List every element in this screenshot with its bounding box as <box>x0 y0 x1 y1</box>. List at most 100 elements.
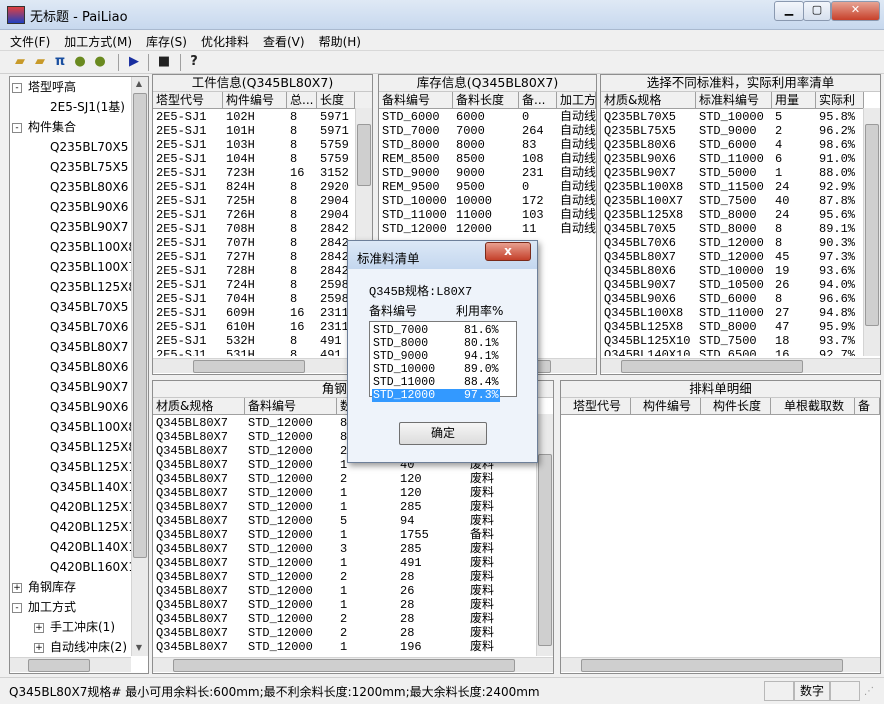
dialog-list-item[interactable]: STD_8000 80.1% <box>372 337 500 350</box>
new-folder-icon[interactable]: ▰ <box>12 54 28 70</box>
table-row[interactable]: 2E5-SJ1 824H 8 2920 <box>153 180 355 194</box>
tree-node-spec[interactable]: Q235BL90X7 <box>50 219 128 235</box>
tree-node-spec[interactable]: Q345BL80X7 <box>50 339 128 355</box>
scroll-down-icon[interactable]: ▼ <box>132 643 146 652</box>
ok-button[interactable]: 确定 <box>399 422 487 445</box>
table-row[interactable]: Q345BL80X7 STD_12000 1 196 废料 <box>153 640 537 654</box>
col-detail-cut-count[interactable]: 单根截取数 <box>771 398 855 414</box>
menu-stock[interactable]: 库存(S) <box>139 30 194 53</box>
scroll-thumb[interactable] <box>621 360 803 373</box>
table-row[interactable]: Q345BL80X7 STD_12000 2 28 废料 <box>153 612 537 626</box>
col-detail-tower[interactable]: 塔型代号 <box>561 398 631 414</box>
dialog-list-item[interactable]: STD_12000 97.3% <box>372 389 500 402</box>
tree-node-angle-stock[interactable]: + 角钢库存 <box>12 579 76 595</box>
scroll-thumb[interactable] <box>581 659 843 672</box>
tree-node-spec[interactable]: Q235BL90X6 <box>50 199 128 215</box>
dialog-list-item[interactable]: STD_9000 94.1% <box>372 350 500 363</box>
tree-node-manual-punch[interactable]: + 手工冲床(1) <box>34 619 115 635</box>
tree-node-tower-item[interactable]: 2E5-SJ1(1基) <box>50 99 125 115</box>
col-stock-qty[interactable]: 备... <box>519 92 557 108</box>
scroll-thumb[interactable] <box>193 360 305 373</box>
col-nest-material[interactable]: 材质&规格 <box>153 398 245 414</box>
collapse-icon[interactable]: - <box>12 83 22 93</box>
tree-node-spec[interactable]: Q345BL90X7 <box>50 379 128 395</box>
table-row[interactable]: Q345BL70X5 STD_8000 8 89.1% <box>601 222 863 236</box>
col-actual-rate[interactable]: 实际利 <box>816 92 864 108</box>
table-row[interactable]: REM_8500 8500 108 自动线 <box>379 152 596 166</box>
menu-help[interactable]: 帮助(H) <box>312 30 368 53</box>
table-row[interactable]: 2E5-SJ1 708H 8 2842 <box>153 222 355 236</box>
close-button[interactable]: ✕ <box>831 1 880 21</box>
table-row[interactable]: Q345BL140X10 STD_6500 16 92.7% <box>601 348 863 356</box>
col-total[interactable]: 总... <box>287 92 317 108</box>
menu-view[interactable]: 查看(V) <box>256 30 312 53</box>
table-row[interactable]: 2E5-SJ1 724H 8 2598 <box>153 278 355 292</box>
table-row[interactable]: Q345BL80X7 STD_12000 2 120 废料 <box>153 472 537 486</box>
tree-node-spec[interactable]: Q345BL100X8 <box>50 419 136 435</box>
table-row[interactable]: 2E5-SJ1 531H 8 491 <box>153 348 355 356</box>
minimize-button[interactable]: ▁ <box>774 1 804 21</box>
utilization-vscroll[interactable] <box>863 108 880 356</box>
col-usage[interactable]: 用量 <box>772 92 816 108</box>
workpiece-hscroll[interactable] <box>153 358 372 373</box>
scroll-thumb[interactable] <box>538 454 552 646</box>
table-row[interactable]: Q345BL80X7 STD_12000 1 26 废料 <box>153 584 537 598</box>
table-row[interactable]: Q235BL90X7 STD_5000 1 88.0% <box>601 166 863 180</box>
col-tower-code[interactable]: 塔型代号 <box>153 92 223 108</box>
table-row[interactable]: Q345BL125X8 STD_8000 47 95.9% <box>601 320 863 334</box>
dialog-close-button[interactable]: x <box>485 242 531 261</box>
table-row[interactable]: Q345BL80X7 STD_12000 45 97.3% <box>601 250 863 264</box>
tree-node-auto-punch[interactable]: + 自动线冲床(2) <box>34 639 127 655</box>
maximize-button[interactable]: ▢ <box>803 1 831 21</box>
table-row[interactable]: STD_11000 11000 103 自动线 <box>379 208 596 222</box>
table-row[interactable]: Q345BL90X6 STD_6000 8 96.6% <box>601 292 863 306</box>
scroll-up-icon[interactable]: ▲ <box>132 79 146 88</box>
resize-grip-icon[interactable]: ⋰ <box>864 686 874 697</box>
menu-process[interactable]: 加工方式(M) <box>57 30 139 53</box>
col-stock-length[interactable]: 备料长度 <box>453 92 519 108</box>
table-row[interactable]: Q235BL75X5 STD_9000 2 96.2% <box>601 124 863 138</box>
col-nest-stock-no[interactable]: 备料编号 <box>245 398 337 414</box>
table-row[interactable]: Q345BL70X6 STD_12000 8 90.3% <box>601 236 863 250</box>
collapse-icon[interactable]: - <box>12 123 22 133</box>
table-row[interactable]: 2E5-SJ1 726H 8 2904 <box>153 208 355 222</box>
col-material[interactable]: 材质&规格 <box>601 92 696 108</box>
table-row[interactable]: Q345BL80X7 STD_12000 5 94 废料 <box>153 514 537 528</box>
table-row[interactable]: 2E5-SJ1 609H 16 2311 <box>153 306 355 320</box>
tree-node-spec[interactable]: Q235BL125X8 <box>50 279 136 295</box>
table-row[interactable]: 2E5-SJ1 707H 8 2842 <box>153 236 355 250</box>
expand-icon[interactable]: + <box>34 643 44 653</box>
col-std-no[interactable]: 标准料编号 <box>696 92 772 108</box>
table-row[interactable]: 2E5-SJ1 704H 8 2598 <box>153 292 355 306</box>
col-process[interactable]: 加工方 <box>557 92 596 108</box>
table-row[interactable]: 2E5-SJ1 725H 8 2904 <box>153 194 355 208</box>
col-part-no[interactable]: 构件编号 <box>223 92 287 108</box>
tree-node-tower[interactable]: - 塔型呼高 <box>12 79 76 95</box>
collapse-icon[interactable]: - <box>12 603 22 613</box>
scroll-thumb[interactable] <box>865 124 879 326</box>
tree-vertical-scrollbar[interactable]: ▲ ▼ <box>131 77 148 656</box>
scroll-thumb[interactable] <box>173 659 515 672</box>
dialog-list-item[interactable]: STD_10000 89.0% <box>372 363 500 376</box>
table-row[interactable]: 2E5-SJ1 102H 8 5971 <box>153 110 355 124</box>
table-row[interactable]: Q235BL125X8 STD_8000 24 95.6% <box>601 208 863 222</box>
stock-icon[interactable]: ● <box>72 54 88 70</box>
table-row[interactable]: Q235BL90X6 STD_11000 6 91.0% <box>601 152 863 166</box>
save-icon[interactable]: ■ <box>156 54 172 70</box>
table-row[interactable]: 2E5-SJ1 104H 8 5759 <box>153 152 355 166</box>
dialog-list-item[interactable]: STD_11000 88.4% <box>372 376 500 389</box>
table-row[interactable]: STD_9000 9000 231 自动线 <box>379 166 596 180</box>
run-icon[interactable]: ▶ <box>126 54 142 70</box>
tree-node-spec[interactable]: Q235BL75X5 <box>50 159 128 175</box>
col-detail-remark[interactable]: 备 <box>855 398 880 414</box>
detail-hscroll[interactable] <box>561 657 880 672</box>
table-row[interactable]: STD_12000 12000 11 自动线 <box>379 222 596 236</box>
tree-node-spec[interactable]: Q345BL140X1 <box>50 479 136 495</box>
table-row[interactable]: Q235BL100X7 STD_7500 40 87.8% <box>601 194 863 208</box>
table-row[interactable]: Q345BL80X7 STD_12000 1 120 废料 <box>153 486 537 500</box>
table-row[interactable]: Q345BL80X7 STD_12000 3 285 废料 <box>153 542 537 556</box>
table-row[interactable]: 2E5-SJ1 723H 16 3152 <box>153 166 355 180</box>
table-row[interactable]: STD_7000 7000 264 自动线 <box>379 124 596 138</box>
table-row[interactable]: Q345BL90X7 STD_10500 26 94.0% <box>601 278 863 292</box>
expand-icon[interactable]: + <box>34 623 44 633</box>
